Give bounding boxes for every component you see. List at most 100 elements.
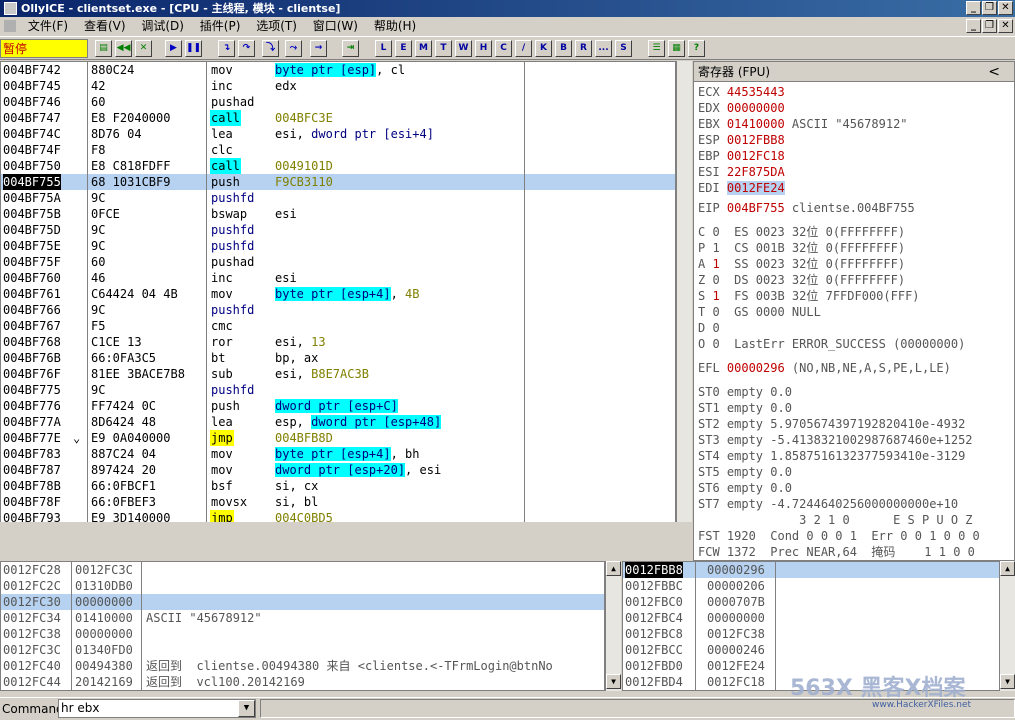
disasm-row[interactable]: 004BF787 897424 20 mov dword ptr [esp+20], … [1, 462, 675, 478]
registers-pane[interactable]: 寄存器 (FPU) < ECX 44535443 EDX 00000000 EBX … [693, 61, 1015, 561]
disasm-row[interactable]: 004BF750 E8 C818FDFF call 0049101D [1, 158, 675, 174]
trace-into-icon[interactable]: ⤵ [262, 40, 279, 57]
fpu-st7[interactable]: ST7 empty -4.7244640256000000000e+10 [698, 496, 958, 512]
menu-options[interactable]: 选项(T) [250, 17, 303, 36]
pause-icon[interactable]: ❚❚ [185, 40, 202, 57]
register-ebp[interactable]: EBP 0012FC18 [698, 148, 785, 164]
disasm-row[interactable]: 004BF775 9C pushfd [1, 382, 675, 398]
disasm-row[interactable]: 004BF75B 0FCE bswap esi [1, 206, 675, 222]
stack-row[interactable]: 0012FBBC 00000206 [623, 578, 999, 594]
menu-debug[interactable]: 调试(D) [135, 17, 190, 36]
disasm-row[interactable]: 004BF746 60 pushad [1, 94, 675, 110]
register-esi[interactable]: ESI 22F875DA [698, 164, 785, 180]
register-ecx[interactable]: ECX 44535443 [698, 84, 785, 100]
disasm-row[interactable]: 004BF77A 8D6424 48 lea esp, dword ptr [esp+… [1, 414, 675, 430]
dump-row[interactable]: 0012FC28 0012FC3C [1, 562, 604, 578]
dump-row[interactable]: 0012FC44 20142169 返回到 vcl100.20142169 [1, 674, 604, 690]
stack-row[interactable]: 0012FBC0 0000707B [623, 594, 999, 610]
goto-icon[interactable]: ⇥ [342, 40, 359, 57]
disassembly-pane[interactable]: 004BF742 880C24 mov byte ptr [esp], cl 004BF… [0, 61, 676, 523]
toolbar-patches-button[interactable]: / [515, 40, 532, 57]
help-icon[interactable]: ? [688, 40, 705, 57]
options-grid-icon[interactable]: ▦ [668, 40, 685, 57]
flag-t[interactable]: T 0 GS 0000 NULL [698, 304, 821, 320]
menu-window[interactable]: 窗口(W) [307, 17, 364, 36]
disasm-row[interactable]: 004BF742 880C24 mov byte ptr [esp], cl [1, 62, 675, 78]
menu-file[interactable]: 文件(F) [22, 17, 74, 36]
disasm-row[interactable]: 004BF776 FF7424 0C push dword ptr [esp+C] [1, 398, 675, 414]
disasm-row[interactable]: 004BF78F 66:0FBEF3 movsx si, bl [1, 494, 675, 510]
stack-row[interactable]: 0012FBB8 00000296 [623, 562, 999, 578]
list-icon[interactable]: ☰ [648, 40, 665, 57]
toolbar-runtrace-button[interactable]: ... [595, 40, 612, 57]
restart-icon[interactable]: ◀◀ [115, 40, 132, 57]
fpu-st6[interactable]: ST6 empty 0.0 [698, 480, 792, 496]
disasm-row[interactable]: 004BF767 F5 cmc [1, 318, 675, 334]
toolbar-references-button[interactable]: R [575, 40, 592, 57]
child-minimize-button[interactable]: _ [966, 19, 981, 33]
dump-scrollbar[interactable]: ▲ ▼ [605, 561, 621, 691]
disasm-row[interactable]: 004BF761 C64424 04 4B mov byte ptr [esp+4],… [1, 286, 675, 302]
dump-row[interactable]: 0012FC2C 01310DB0 [1, 578, 604, 594]
command-dropdown-icon[interactable]: ▼ [238, 700, 255, 717]
disasm-row[interactable]: 004BF75D 9C pushfd [1, 222, 675, 238]
toolbar-callstack-button[interactable]: K [535, 40, 552, 57]
flag-a[interactable]: A 1 SS 0023 32位 0(FFFFFFFF) [698, 256, 905, 272]
stack-scroll-down-icon[interactable]: ▼ [1000, 674, 1015, 689]
toolbar-breakpoints-button[interactable]: B [555, 40, 572, 57]
stack-scroll-up-icon[interactable]: ▲ [1000, 561, 1015, 576]
toolbar-modules-button[interactable]: E [395, 40, 412, 57]
toolbar-log-button[interactable]: L [375, 40, 392, 57]
toolbar-cpu-button[interactable]: C [495, 40, 512, 57]
close-button[interactable]: ✕ [998, 1, 1013, 15]
execute-till-return-icon[interactable]: → [310, 40, 327, 57]
flag-p[interactable]: P 1 CS 001B 32位 0(FFFFFFFF) [698, 240, 905, 256]
run-icon[interactable]: ▶ [165, 40, 182, 57]
menu-help[interactable]: 帮助(H) [368, 17, 422, 36]
disassembly-hscroll[interactable] [0, 522, 692, 538]
disasm-row[interactable]: 004BF76F 81EE 3BACE7B8 sub esi, B8E7AC3B [1, 366, 675, 382]
disasm-row[interactable]: 004BF74F F8 clc [1, 142, 675, 158]
disassembly-scrollbar[interactable] [676, 61, 692, 523]
register-efl[interactable]: EFL 00000296 (NO,NB,NE,A,S,PE,L,LE) [698, 360, 951, 376]
disasm-row[interactable]: 004BF766 9C pushfd [1, 302, 675, 318]
register-eip[interactable]: EIP 004BF755 clientse.004BF755 [698, 200, 915, 216]
disasm-row[interactable]: 004BF76B 66:0FA3C5 bt bp, ax [1, 350, 675, 366]
flag-o[interactable]: O 0 LastErr ERROR_SUCCESS (00000000) [698, 336, 965, 352]
fpu-st1[interactable]: ST1 empty 0.0 [698, 400, 792, 416]
fpu-control[interactable]: FCW 1372 Prec NEAR,64 掩码 1 1 0 0 [698, 544, 975, 560]
dump-row[interactable]: 0012FC3C 01340FD0 [1, 642, 604, 658]
dump-row[interactable]: 0012FC38 00000000 [1, 626, 604, 642]
fpu-st2[interactable]: ST2 empty 5.9705674397192820410e-4932 [698, 416, 965, 432]
stack-row[interactable]: 0012FBCC 00000246 [623, 642, 999, 658]
fpu-status[interactable]: FST 1920 Cond 0 0 0 1 Err 0 0 1 0 0 0 [698, 528, 980, 544]
flag-z[interactable]: Z 0 DS 0023 32位 0(FFFFFFFF) [698, 272, 905, 288]
menu-plugins[interactable]: 插件(P) [194, 17, 247, 36]
stack-row[interactable]: 0012FBC8 0012FC38 [623, 626, 999, 642]
memory-dump-pane[interactable]: 0012FC28 0012FC3C 0012FC2C 01310DB0 0012FC30… [0, 561, 605, 691]
disasm-row[interactable]: 004BF74C 8D76 04 lea esi, dword ptr [esi+4] [1, 126, 675, 142]
toolbar-windows-button[interactable]: W [455, 40, 472, 57]
register-edx[interactable]: EDX 00000000 [698, 100, 785, 116]
fpu-flags-header[interactable]: 3 2 1 0 E S P U O Z [698, 512, 972, 528]
fpu-st0[interactable]: ST0 empty 0.0 [698, 384, 792, 400]
mdi-child-icon[interactable] [4, 20, 16, 32]
fpu-st3[interactable]: ST3 empty -5.4138321002987687460e+1252 [698, 432, 973, 448]
registers-header[interactable]: 寄存器 (FPU) < [694, 62, 1014, 82]
disasm-row[interactable]: 004BF760 46 inc esi [1, 270, 675, 286]
disasm-row[interactable]: 004BF745 42 inc edx [1, 78, 675, 94]
register-ebx[interactable]: EBX 01410000 ASCII "45678912" [698, 116, 908, 132]
dump-row[interactable]: 0012FC30 00000000 [1, 594, 604, 610]
close-process-icon[interactable]: ✕ [135, 40, 152, 57]
trace-over-icon[interactable]: ⤳ [285, 40, 302, 57]
toolbar-threads-button[interactable]: T [435, 40, 452, 57]
disasm-row[interactable]: 004BF783 887C24 04 mov byte ptr [esp+4], bh [1, 446, 675, 462]
minimize-button[interactable]: _ [966, 1, 981, 15]
disasm-row[interactable]: 004BF75E 9C pushfd [1, 238, 675, 254]
stack-scrollbar[interactable]: ▲ ▼ [999, 561, 1015, 691]
scroll-up-icon[interactable]: ▲ [606, 561, 621, 576]
toolbar-memory-button[interactable]: M [415, 40, 432, 57]
child-close-button[interactable]: ✕ [998, 19, 1013, 33]
stack-row[interactable]: 0012FBC4 00000000 [623, 610, 999, 626]
disasm-row[interactable]: 004BF75A 9C pushfd [1, 190, 675, 206]
